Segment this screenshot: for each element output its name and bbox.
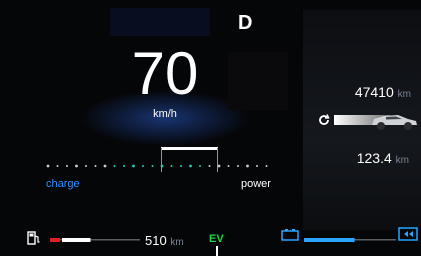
scale-dot bbox=[170, 165, 173, 167]
trip-value: 123.4 bbox=[356, 150, 392, 166]
scale-dot bbox=[94, 165, 97, 167]
fuel-level-bar bbox=[50, 238, 140, 242]
scale-dot bbox=[237, 165, 239, 167]
scale-dot bbox=[123, 165, 125, 167]
ev-mode-indicator: EV bbox=[209, 233, 224, 245]
odometer-unit: km bbox=[397, 89, 411, 100]
battery-icon bbox=[281, 229, 299, 241]
indicator-right-line bbox=[217, 148, 218, 172]
scale-dot bbox=[75, 164, 78, 168]
odometer-value: 47410 bbox=[354, 84, 394, 100]
scale-dot bbox=[151, 165, 154, 167]
trip-distance: 123.4 km bbox=[357, 150, 409, 166]
scale-dot bbox=[85, 165, 87, 167]
range-value: 510 bbox=[145, 233, 167, 248]
scale-dot bbox=[66, 165, 68, 167]
gear-indicator: D bbox=[238, 12, 253, 34]
fuel-pump-icon bbox=[27, 231, 40, 245]
scale-dot bbox=[189, 164, 192, 168]
scale-dot bbox=[256, 165, 258, 167]
scale-dot bbox=[265, 165, 268, 167]
ev-tick bbox=[216, 246, 218, 256]
scale-dot bbox=[199, 165, 201, 167]
scale-dot bbox=[56, 165, 59, 167]
center-dark-block bbox=[228, 52, 288, 110]
car-icon bbox=[372, 115, 417, 130]
scale-dot bbox=[103, 164, 107, 168]
speed-unit: km/h bbox=[153, 108, 177, 120]
trip-reset-row[interactable] bbox=[310, 110, 417, 132]
speed-value: 70 bbox=[131, 40, 199, 107]
scale-dot bbox=[46, 164, 50, 168]
scale-dot bbox=[142, 165, 144, 167]
instrument-cluster: D 70 km/h 47410 km 123.4 km charge power bbox=[0, 0, 421, 256]
scale-dot bbox=[217, 164, 221, 168]
scale-dot bbox=[227, 165, 230, 167]
fuel-range: 510 km bbox=[145, 233, 184, 248]
power-indicator-bar bbox=[161, 147, 218, 150]
trip-unit: km bbox=[395, 155, 409, 166]
scale-dot bbox=[246, 164, 249, 168]
scale-dot bbox=[208, 165, 211, 167]
odometer: 47410 km bbox=[355, 84, 411, 100]
range-unit: km bbox=[170, 237, 184, 248]
battery-level-bar bbox=[304, 238, 396, 242]
scale-dot bbox=[180, 165, 182, 167]
charge-label: charge bbox=[46, 178, 80, 190]
power-label: power bbox=[241, 178, 271, 190]
scale-dot bbox=[113, 165, 116, 167]
regen-icon bbox=[398, 227, 418, 241]
scale-dot bbox=[160, 164, 164, 168]
reset-icon[interactable] bbox=[316, 112, 332, 128]
indicator-left-line bbox=[161, 148, 162, 172]
scale-dot bbox=[132, 164, 135, 168]
top-glow bbox=[110, 8, 210, 36]
power-scale-dots bbox=[46, 164, 268, 168]
